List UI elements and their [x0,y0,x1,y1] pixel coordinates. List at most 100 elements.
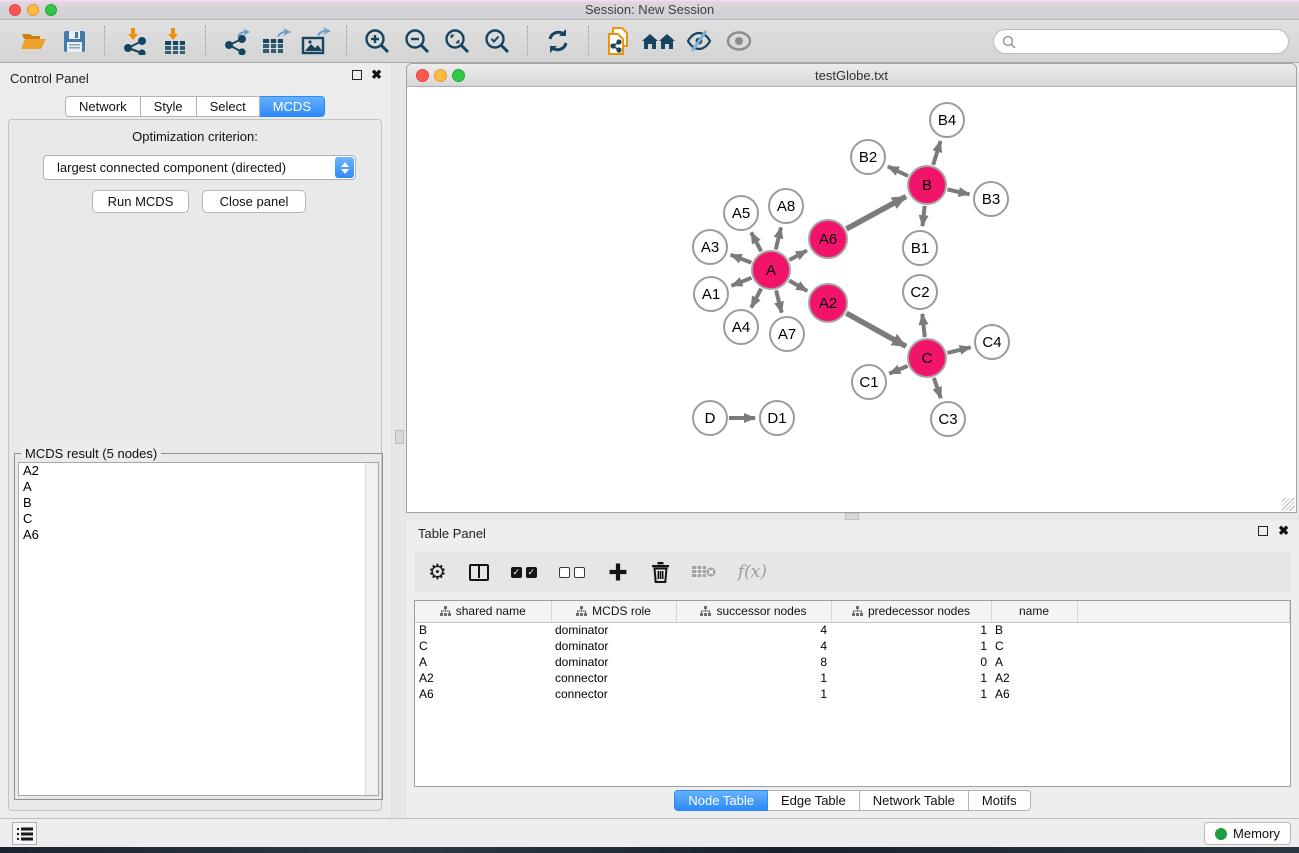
column-header-MCDS-role[interactable]: MCDS role [551,601,676,622]
column-header-successor-nodes[interactable]: successor nodes [676,601,831,622]
hide-graphics-details-button[interactable] [679,23,719,59]
criterion-dropdown[interactable]: largest connected component (directed) [43,155,356,180]
cell-name[interactable]: C [991,638,1077,654]
tab-mcds[interactable]: MCDS [260,96,325,117]
cell-name[interactable]: B [991,622,1077,638]
edge-C-C1[interactable] [889,366,907,374]
open-session-button[interactable] [14,23,54,59]
tab-style[interactable]: Style [141,96,197,117]
result-list-scrollbar[interactable] [365,463,378,795]
zoom-fit-button[interactable] [437,23,477,59]
edge-C-C2[interactable] [922,314,924,337]
network-from-selection-button[interactable] [599,23,639,59]
cell-name[interactable]: A2 [991,670,1077,686]
cell-predecessor-nodes[interactable]: 1 [831,622,991,638]
result-item-a[interactable]: A [19,479,378,495]
edge-B-B4[interactable] [933,141,940,165]
zoom-window-button[interactable] [45,4,57,16]
zoom-out-button[interactable] [397,23,437,59]
edge-B-B3[interactable] [948,189,970,194]
graph-node-A6[interactable]: A6 [808,219,848,259]
graph-node-A3[interactable]: A3 [692,229,728,265]
float-table-panel-icon[interactable] [1258,526,1268,536]
edge-A-A2[interactable] [789,281,807,291]
edge-A-A1[interactable] [731,278,751,286]
graph-node-B1[interactable]: B1 [902,230,938,266]
tab-node-table[interactable]: Node Table [674,790,768,811]
memory-button[interactable]: Memory [1204,822,1291,845]
edge-B-B2[interactable] [888,166,908,176]
result-item-a6[interactable]: A6 [19,527,378,543]
deselect-all-checkboxes-icon[interactable] [559,567,585,578]
network-close-button[interactable] [416,69,429,82]
graph-node-A1[interactable]: A1 [693,276,729,312]
table-row-B[interactable]: Bdominator41B [415,622,1290,638]
zoom-selected-button[interactable] [477,23,517,59]
network-zoom-button[interactable] [452,69,465,82]
close-table-panel-icon[interactable]: ✖ [1278,526,1289,536]
network-window-titlebar[interactable]: testGlobe.txt [407,64,1296,87]
cell-name[interactable]: A [991,654,1077,670]
refresh-button[interactable] [538,23,578,59]
result-item-b[interactable]: B [19,495,378,511]
graph-node-A8[interactable]: A8 [768,188,804,224]
cell-successor-nodes[interactable]: 1 [676,686,831,702]
show-graphics-details-button[interactable] [719,23,759,59]
graph-node-D1[interactable]: D1 [759,400,795,436]
export-network-button[interactable] [216,23,256,59]
edge-A-A5[interactable] [751,232,761,251]
graph-node-A[interactable]: A [751,250,791,290]
cell-MCDS-role[interactable]: dominator [551,654,676,670]
cell-shared-name[interactable]: A6 [415,686,551,702]
graph-node-C3[interactable]: C3 [930,401,966,437]
cell-shared-name[interactable]: C [415,638,551,654]
graph-node-B4[interactable]: B4 [929,102,965,138]
save-session-button[interactable] [54,23,94,59]
tab-network-table[interactable]: Network Table [860,790,969,811]
network-graph-canvas[interactable]: B4B2BB3A8A5A6A3B1AC2A1A2A4A7C4CC1DD1C3 [407,87,1296,512]
select-all-checkboxes-icon[interactable]: ✓✓ [511,567,537,578]
export-image-button[interactable] [296,23,336,59]
graph-node-A2[interactable]: A2 [808,283,848,323]
cell-predecessor-nodes[interactable]: 0 [831,654,991,670]
edge-C-C3[interactable] [934,378,941,398]
vertical-split-handle[interactable] [395,430,404,444]
cell-MCDS-role[interactable]: dominator [551,638,676,654]
mcds-result-list[interactable]: A2ABCA6 [18,462,379,796]
cell-name[interactable]: A6 [991,686,1077,702]
cell-MCDS-role[interactable]: connector [551,670,676,686]
graph-node-B[interactable]: B [907,165,947,205]
graph-node-C1[interactable]: C1 [851,364,887,400]
tab-motifs[interactable]: Motifs [969,790,1031,811]
cell-predecessor-nodes[interactable]: 1 [831,670,991,686]
cell-successor-nodes[interactable]: 4 [676,638,831,654]
horizontal-split-handle[interactable] [845,513,859,520]
network-minimize-button[interactable] [434,69,447,82]
home-button[interactable] [639,23,679,59]
cell-predecessor-nodes[interactable]: 1 [831,638,991,654]
cell-shared-name[interactable]: A [415,654,551,670]
float-panel-icon[interactable] [352,70,362,80]
cell-MCDS-role[interactable]: connector [551,686,676,702]
close-window-button[interactable] [9,4,21,16]
column-header-shared-name[interactable]: shared name [415,601,551,622]
split-columns-icon[interactable] [469,564,489,581]
graph-node-D[interactable]: D [692,400,728,436]
zoom-in-button[interactable] [357,23,397,59]
delete-column-icon[interactable] [651,561,670,583]
graph-node-B3[interactable]: B3 [973,181,1009,217]
edge-A-A8[interactable] [776,227,781,249]
table-row-A[interactable]: Adominator80A [415,654,1290,670]
column-header-predecessor-nodes[interactable]: predecessor nodes [831,601,991,622]
search-input[interactable] [1021,35,1288,49]
table-row-A6[interactable]: A6connector11A6 [415,686,1290,702]
edge-A-A6[interactable] [789,250,806,260]
edge-A-A4[interactable] [751,289,761,308]
close-panel-button[interactable]: Close panel [202,190,306,213]
cell-successor-nodes[interactable]: 4 [676,622,831,638]
graph-node-A5[interactable]: A5 [723,195,759,231]
cell-shared-name[interactable]: A2 [415,670,551,686]
add-column-icon[interactable] [607,561,629,583]
window-resize-grip[interactable] [1282,498,1295,511]
graph-node-C[interactable]: C [907,338,947,378]
